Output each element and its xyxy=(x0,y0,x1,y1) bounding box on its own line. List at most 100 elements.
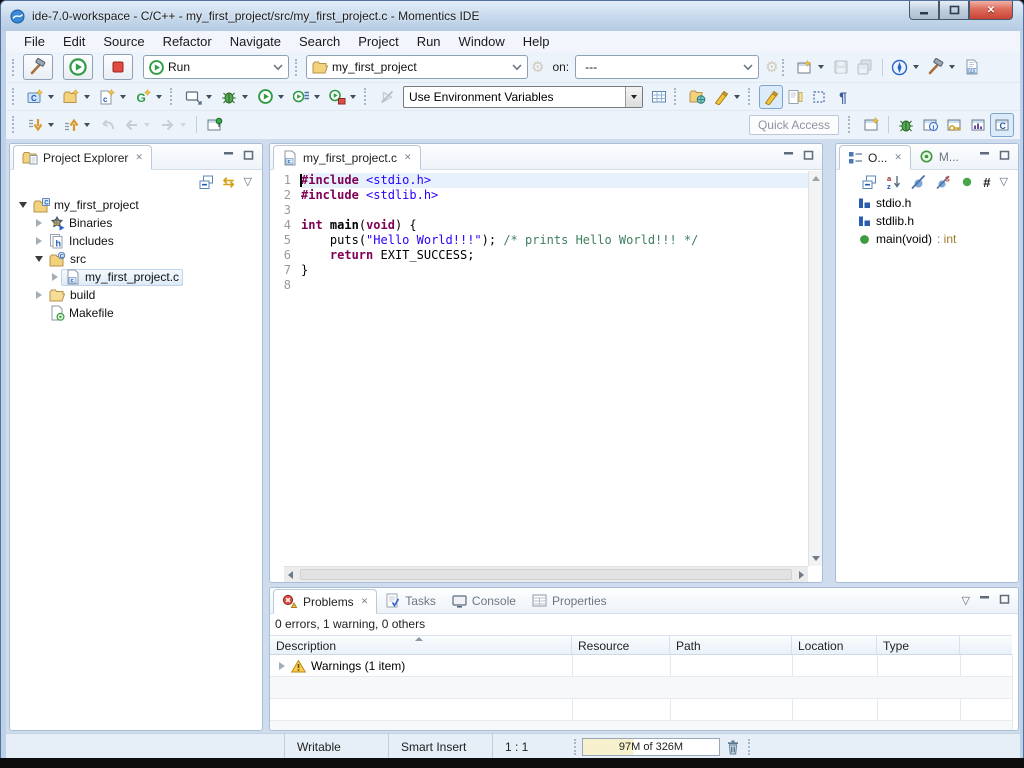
hide-static-icon[interactable]: S xyxy=(935,174,951,190)
dropdown-arrow-icon[interactable] xyxy=(48,95,54,99)
link-with-editor-icon[interactable]: ⇆ xyxy=(223,175,235,189)
tree-item-Includes[interactable]: hIncludes xyxy=(10,232,262,250)
debug-button[interactable] xyxy=(217,85,241,109)
tree-item-src[interactable]: Csrc xyxy=(10,250,262,268)
close-icon[interactable]: ✕ xyxy=(892,152,902,163)
run-garbage-collector-button[interactable] xyxy=(724,738,742,756)
attach-screen-button[interactable] xyxy=(181,85,205,109)
minimize-window-button[interactable] xyxy=(909,1,939,20)
column-header-path[interactable]: Path xyxy=(670,636,792,654)
tab-editor-file[interactable]: c my_first_project.c ✕ xyxy=(273,145,421,170)
maximize-view-button[interactable] xyxy=(803,150,814,163)
toolbar-grip[interactable] xyxy=(782,59,789,76)
view-menu-icon[interactable]: ▽ xyxy=(244,177,252,187)
menu-edit[interactable]: Edit xyxy=(54,32,94,51)
dropdown-arrow-icon[interactable] xyxy=(84,95,90,99)
launch-target-combo[interactable]: --- xyxy=(575,55,759,79)
menu-run[interactable]: Run xyxy=(408,32,450,51)
toolbar-grip[interactable] xyxy=(674,88,681,105)
dropdown-arrow-icon[interactable] xyxy=(913,65,919,69)
environment-combo[interactable]: Use Environment Variables xyxy=(403,86,643,108)
menu-help[interactable]: Help xyxy=(514,32,559,51)
scroll-left-icon[interactable] xyxy=(288,571,293,579)
expander-closed-icon[interactable] xyxy=(275,662,288,670)
dropdown-arrow-icon[interactable] xyxy=(48,123,54,127)
dropdown-arrow-icon[interactable] xyxy=(350,95,356,99)
dropdown-arrow-icon[interactable] xyxy=(314,95,320,99)
profile-button[interactable] xyxy=(289,85,313,109)
new-c-project-button[interactable]: C xyxy=(23,85,47,109)
menu-search[interactable]: Search xyxy=(290,32,349,51)
open-perspective-button[interactable] xyxy=(859,113,883,137)
scroll-up-icon[interactable] xyxy=(812,176,820,181)
dropdown-arrow-icon[interactable] xyxy=(949,65,955,69)
menu-navigate[interactable]: Navigate xyxy=(221,32,290,51)
column-header-type[interactable]: Type xyxy=(877,636,960,654)
scrollbar-thumb[interactable] xyxy=(300,569,792,580)
new-wizard-button[interactable] xyxy=(793,55,817,79)
perspective-sysinfo-button[interactable]: i xyxy=(918,113,942,137)
forward-button[interactable] xyxy=(155,113,179,137)
expander-closed-icon[interactable] xyxy=(48,273,61,281)
tab-project-explorer[interactable]: Project Explorer ✕ xyxy=(13,145,152,170)
collapse-all-icon[interactable] xyxy=(862,175,877,190)
expander-closed-icon[interactable] xyxy=(32,237,45,245)
quick-access-field[interactable]: Quick Access xyxy=(749,115,839,135)
expander-closed-icon[interactable] xyxy=(32,219,45,227)
new-c-file-button[interactable]: c xyxy=(95,85,119,109)
build-config-button[interactable] xyxy=(924,55,948,79)
pin-editor-button[interactable] xyxy=(202,113,226,137)
maximize-view-button[interactable] xyxy=(999,594,1010,607)
toolbar-grip[interactable] xyxy=(295,59,302,76)
save-all-button[interactable] xyxy=(853,55,877,79)
coverage-button[interactable] xyxy=(325,85,349,109)
close-icon[interactable]: ✕ xyxy=(359,596,369,607)
minimize-view-button[interactable] xyxy=(783,150,794,163)
toolbar-grip[interactable] xyxy=(12,59,19,76)
tab-make-targets[interactable]: M... xyxy=(911,144,967,169)
problems-row-warnings[interactable]: Warnings (1 item) xyxy=(270,655,1012,677)
close-window-button[interactable]: ✕ xyxy=(969,1,1013,20)
maximize-view-button[interactable] xyxy=(243,150,254,163)
next-annotation-button[interactable] xyxy=(23,113,47,137)
tab-outline[interactable]: O... ✕ xyxy=(839,145,911,170)
close-icon[interactable]: ✕ xyxy=(133,152,143,163)
view-menu-icon[interactable]: ▽ xyxy=(962,596,970,606)
binary-parser-button[interactable]: 010 xyxy=(960,55,984,79)
show-whitespace-button[interactable]: ¶ xyxy=(831,85,855,109)
toggle-highlighter-button[interactable] xyxy=(759,85,783,109)
outline-item-stdio.h[interactable]: stdio.h xyxy=(836,194,1018,212)
launch-mode-combo[interactable]: Run xyxy=(143,55,289,79)
toolbar-grip[interactable] xyxy=(170,88,177,105)
close-icon[interactable]: ✕ xyxy=(402,152,412,163)
minimize-view-button[interactable] xyxy=(979,594,990,607)
hide-macros-icon[interactable]: # xyxy=(983,176,990,189)
column-header-resource[interactable]: Resource xyxy=(572,636,670,654)
marker-button[interactable] xyxy=(709,85,733,109)
menu-file[interactable]: File xyxy=(15,32,54,51)
perspective-debug-button[interactable] xyxy=(894,113,918,137)
toolbar-grip[interactable] xyxy=(12,88,19,105)
dropdown-arrow-icon[interactable] xyxy=(120,95,126,99)
dropdown-arrow-icon[interactable] xyxy=(84,123,90,127)
tab-problems[interactable]: Problems✕ xyxy=(273,589,377,614)
getting-started-button[interactable]: G xyxy=(131,85,155,109)
code-editor[interactable]: 12345678 #include <stdio.h>#include <std… xyxy=(270,171,808,566)
column-header-description[interactable]: Description xyxy=(270,636,572,654)
toolbar-grip[interactable] xyxy=(848,116,855,133)
toolbar-grip[interactable] xyxy=(748,88,755,105)
tab-tasks[interactable]: Tasks xyxy=(377,588,444,613)
combo-button[interactable] xyxy=(625,87,642,107)
tab-console[interactable]: Console xyxy=(444,588,524,613)
hide-non-public-icon[interactable] xyxy=(960,175,974,189)
collapse-all-icon[interactable] xyxy=(199,175,214,190)
tab-properties[interactable]: Properties xyxy=(524,588,615,613)
menu-refactor[interactable]: Refactor xyxy=(154,32,221,51)
dropdown-arrow-icon[interactable] xyxy=(734,95,740,99)
menu-project[interactable]: Project xyxy=(349,32,407,51)
dropdown-arrow-icon[interactable] xyxy=(206,95,212,99)
tree-item-my_first_project[interactable]: Cmy_first_project xyxy=(10,196,262,214)
launch-project-combo[interactable]: my_first_project xyxy=(306,55,528,79)
column-header-location[interactable]: Location xyxy=(792,636,877,654)
horizontal-scrollbar[interactable] xyxy=(284,566,808,582)
